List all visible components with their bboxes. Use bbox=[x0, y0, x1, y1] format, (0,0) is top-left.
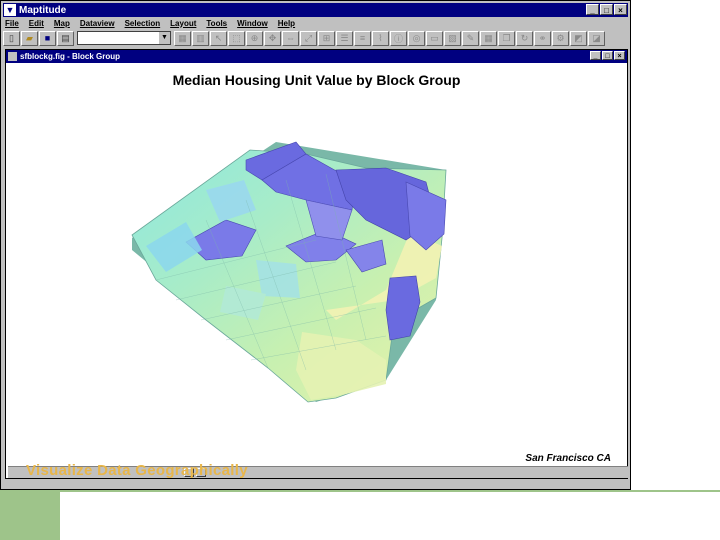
minimize-button[interactable]: _ bbox=[586, 4, 599, 15]
table-icon[interactable]: ▦ bbox=[480, 30, 497, 46]
menu-bar: File Edit Map Dataview Selection Layout … bbox=[5, 17, 295, 29]
map-caption: San Francisco CA bbox=[525, 453, 611, 464]
layer-select[interactable]: ▼ bbox=[77, 31, 171, 45]
print-icon[interactable]: ▤ bbox=[57, 30, 74, 46]
slide-overlay-text: Visualize Data Geographically bbox=[26, 462, 248, 479]
copy-icon[interactable]: ❐ bbox=[498, 30, 515, 46]
maptitude-logo-icon: ▼ bbox=[4, 4, 16, 16]
menu-tools[interactable]: Tools bbox=[206, 19, 227, 28]
menu-map[interactable]: Map bbox=[54, 19, 70, 28]
legend-icon[interactable]: ▥ bbox=[192, 30, 209, 46]
open-folder-icon[interactable]: ▰ bbox=[21, 30, 38, 46]
close-button[interactable]: × bbox=[614, 4, 627, 15]
3d-map-view[interactable] bbox=[6, 50, 627, 478]
slide-footer-box bbox=[0, 490, 60, 540]
settings-icon[interactable]: ⚙ bbox=[552, 30, 569, 46]
tool-a-icon[interactable]: ◩ bbox=[570, 30, 587, 46]
menu-edit[interactable]: Edit bbox=[29, 19, 44, 28]
select-icon[interactable]: ⬚ bbox=[228, 30, 245, 46]
annotate-icon[interactable]: ✎ bbox=[462, 30, 479, 46]
map-document-window: sfblockg.fig - Block Group _ □ × Median … bbox=[5, 49, 628, 479]
list-icon[interactable]: ☰ bbox=[336, 30, 353, 46]
menu-selection[interactable]: Selection bbox=[125, 19, 161, 28]
label-icon[interactable]: ≡ bbox=[354, 30, 371, 46]
measure-icon[interactable]: ⇔ bbox=[282, 30, 299, 46]
pan-icon[interactable]: ✥ bbox=[264, 30, 281, 46]
toolbar: ▯ ▰ ■ ▤ ▼ ▦ ▥ ↖ ⬚ ⊕ ✥ ⇔ ⤢ ⊞ ☰ ≡ ⌇ ⓘ ◎ ▭ … bbox=[3, 29, 628, 47]
theme-icon[interactable]: ▧ bbox=[444, 30, 461, 46]
app-title: Maptitude bbox=[19, 4, 67, 16]
link-icon[interactable]: ⚭ bbox=[534, 30, 551, 46]
pointer-icon[interactable]: ↖ bbox=[210, 30, 227, 46]
info-icon[interactable]: ⓘ bbox=[390, 30, 407, 46]
layers-icon[interactable]: ▦ bbox=[174, 30, 191, 46]
chart-icon[interactable]: ▭ bbox=[426, 30, 443, 46]
app-titlebar[interactable]: ▼ Maptitude _ □ × bbox=[3, 3, 628, 17]
fit-icon[interactable]: ⤢ bbox=[300, 30, 317, 46]
refresh-icon[interactable]: ↻ bbox=[516, 30, 533, 46]
grid-icon[interactable]: ⊞ bbox=[318, 30, 335, 46]
menu-dataview[interactable]: Dataview bbox=[80, 19, 115, 28]
menu-file[interactable]: File bbox=[5, 19, 19, 28]
menu-layout[interactable]: Layout bbox=[170, 19, 196, 28]
new-file-icon[interactable]: ▯ bbox=[3, 30, 20, 46]
chevron-down-icon: ▼ bbox=[159, 32, 170, 44]
route-icon[interactable]: ⌇ bbox=[372, 30, 389, 46]
menu-window[interactable]: Window bbox=[237, 19, 268, 28]
maptitude-window: ▼ Maptitude _ □ × File Edit Map Dataview… bbox=[0, 0, 631, 490]
radius-icon[interactable]: ◎ bbox=[408, 30, 425, 46]
menu-help[interactable]: Help bbox=[278, 19, 295, 28]
tool-b-icon[interactable]: ◪ bbox=[588, 30, 605, 46]
maximize-button[interactable]: □ bbox=[600, 4, 613, 15]
save-disk-icon[interactable]: ■ bbox=[39, 30, 56, 46]
zoom-icon[interactable]: ⊕ bbox=[246, 30, 263, 46]
slide-footer-strip bbox=[0, 490, 720, 492]
